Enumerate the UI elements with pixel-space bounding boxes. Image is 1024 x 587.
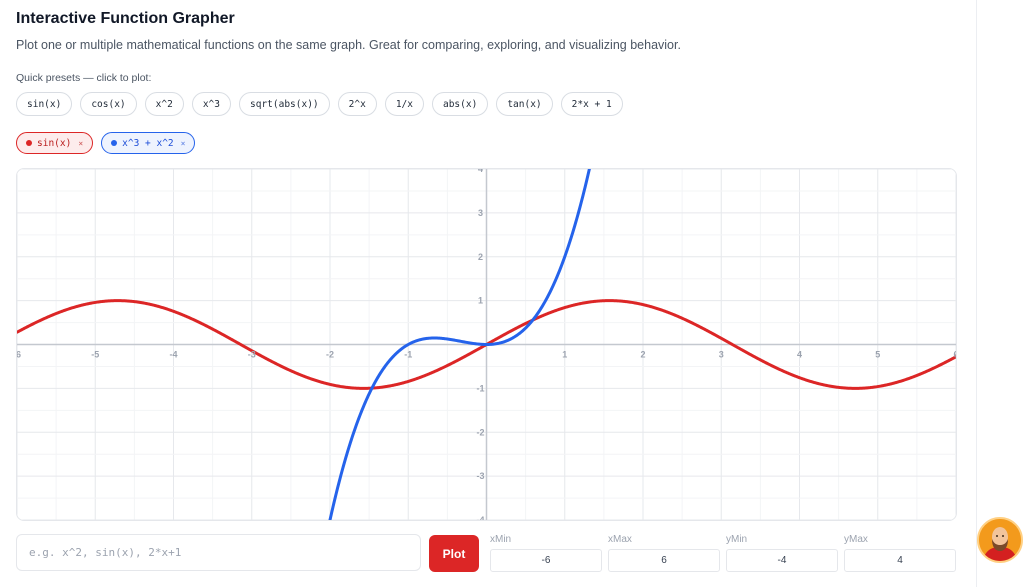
- xmax-label: xMax: [608, 534, 632, 545]
- xmax-field: xMax: [608, 534, 720, 572]
- preset-x-cubed-button[interactable]: x^3: [191, 92, 231, 116]
- active-function-list: sin(x) × x^3 + x^2 ×: [16, 132, 196, 154]
- y-tick-label: -1: [476, 383, 484, 393]
- preset-linear-button[interactable]: 2*x + 1: [560, 92, 623, 116]
- preset-abs-button[interactable]: abs(x): [431, 92, 489, 116]
- x-tick-label: 6: [953, 350, 956, 360]
- y-tick-label: -2: [476, 427, 484, 437]
- y-tick-label: -4: [476, 515, 484, 520]
- x-tick-label: -1: [404, 350, 412, 360]
- ymin-input[interactable]: [726, 549, 838, 572]
- ymin-label: yMin: [726, 534, 748, 545]
- grapher-panel: Interactive Function Grapher Plot one or…: [0, 0, 976, 587]
- preset-exp2-button[interactable]: 2^x: [337, 92, 377, 116]
- function-plot[interactable]: -6 -5 -4 -3 -2 -1 1 2 3 4 5 6 -4 -3 -2 -1 1 2 3 4: [17, 169, 956, 520]
- y-tick-label: 1: [478, 296, 483, 306]
- x-tick-label: -6: [17, 350, 21, 360]
- series-color-dot: [26, 140, 32, 146]
- preset-tan-button[interactable]: tan(x): [496, 92, 553, 116]
- x-tick-label: -4: [169, 350, 177, 360]
- x-tick-label: 2: [640, 350, 645, 360]
- x-tick-label: 5: [875, 350, 880, 360]
- remove-function-icon[interactable]: ×: [78, 139, 83, 148]
- preset-reciprocal-button[interactable]: 1/x: [384, 92, 424, 116]
- side-panel: [976, 0, 1024, 587]
- function-chip-label: x^3 + x^2: [122, 137, 174, 149]
- page-title: Interactive Function Grapher: [16, 10, 235, 27]
- x-tick-label: -3: [248, 350, 256, 360]
- y-tick-label: 4: [478, 169, 483, 174]
- function-input[interactable]: [16, 534, 421, 571]
- series-color-dot: [111, 140, 118, 146]
- plot-button[interactable]: Plot: [429, 535, 479, 572]
- x-tick-label: 4: [797, 350, 802, 360]
- y-tick-label: 2: [478, 252, 483, 262]
- page-subtitle: Plot one or multiple mathematical functi…: [16, 38, 681, 52]
- x-tick-label: 3: [719, 350, 724, 360]
- presets-label: Quick presets — click to plot:: [16, 72, 152, 84]
- preset-sqrt-abs-button[interactable]: sqrt(abs(x)): [239, 92, 330, 116]
- ymax-label: yMax: [844, 534, 868, 545]
- xmin-input[interactable]: [490, 549, 602, 572]
- user-avatar[interactable]: [977, 517, 1023, 563]
- graph-canvas[interactable]: -6 -5 -4 -3 -2 -1 1 2 3 4 5 6 -4 -3 -2 -1 1 2 3 4: [16, 168, 957, 521]
- function-chip-cubic[interactable]: x^3 + x^2 ×: [101, 132, 196, 154]
- x-tick-label: -5: [91, 350, 99, 360]
- ymin-field: yMin: [726, 534, 838, 572]
- y-tick-label: -3: [476, 471, 484, 481]
- remove-function-icon[interactable]: ×: [181, 139, 186, 148]
- preset-cos-button[interactable]: cos(x): [80, 92, 137, 116]
- xmax-input[interactable]: [608, 549, 720, 572]
- xmin-field: xMin: [490, 534, 602, 572]
- ymax-input[interactable]: [844, 549, 956, 572]
- avatar-portrait-icon: [979, 519, 1021, 561]
- preset-sin-button[interactable]: sin(x): [16, 92, 73, 116]
- preset-list: sin(x) cos(x) x^2 x^3 sqrt(abs(x)) 2^x 1…: [16, 92, 623, 116]
- y-tick-label: 3: [478, 208, 483, 218]
- xmin-label: xMin: [490, 534, 512, 545]
- x-tick-label: -2: [326, 350, 334, 360]
- x-tick-label: 1: [562, 350, 567, 360]
- function-chip-label: sin(x): [37, 137, 72, 149]
- ymax-field: yMax: [844, 534, 956, 572]
- function-chip-sin[interactable]: sin(x) ×: [16, 132, 94, 154]
- preset-x-squared-button[interactable]: x^2: [144, 92, 184, 116]
